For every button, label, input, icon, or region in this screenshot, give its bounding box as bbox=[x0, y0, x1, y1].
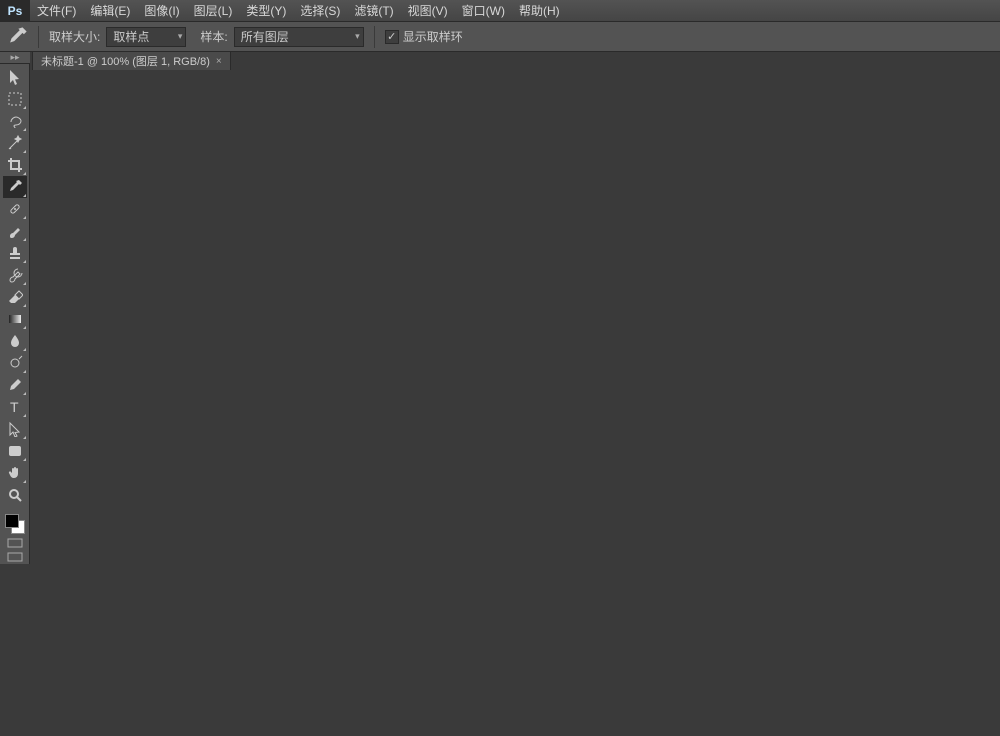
tools-panel: T bbox=[0, 64, 30, 564]
menu-bar: Ps 文件(F)编辑(E)图像(I)图层(L)类型(Y)选择(S)滤镜(T)视图… bbox=[0, 0, 1000, 22]
tool-pen[interactable] bbox=[3, 374, 27, 396]
sample-label: 样本: bbox=[200, 28, 227, 45]
menu-5[interactable]: 选择(S) bbox=[293, 0, 347, 22]
tool-shape[interactable] bbox=[3, 440, 27, 462]
separator bbox=[374, 26, 375, 48]
sample-size-dropdown[interactable]: 取样点 ▾ bbox=[106, 27, 186, 47]
sample-value: 所有图层 bbox=[241, 28, 289, 45]
tool-quick-select[interactable] bbox=[3, 132, 27, 154]
menu-0[interactable]: 文件(F) bbox=[30, 0, 83, 22]
menu-2[interactable]: 图像(I) bbox=[137, 0, 186, 22]
menu-6[interactable]: 滤镜(T) bbox=[347, 0, 400, 22]
tool-brush[interactable] bbox=[3, 220, 27, 242]
menu-4[interactable]: 类型(Y) bbox=[239, 0, 293, 22]
tool-hand[interactable] bbox=[3, 462, 27, 484]
tool-history-brush[interactable] bbox=[3, 264, 27, 286]
color-swatch[interactable] bbox=[3, 512, 27, 536]
tool-gradient[interactable] bbox=[3, 308, 27, 330]
show-ring-checkbox[interactable]: ✓ 显示取样环 bbox=[385, 28, 463, 45]
tool-eyedropper[interactable] bbox=[3, 176, 27, 198]
menu-9[interactable]: 帮助(H) bbox=[512, 0, 567, 22]
separator bbox=[38, 26, 39, 48]
menu-7[interactable]: 视图(V) bbox=[401, 0, 455, 22]
chevron-down-icon: ▾ bbox=[178, 31, 183, 42]
ps-logo: Ps bbox=[0, 0, 30, 22]
check-icon: ✓ bbox=[385, 30, 399, 44]
sample-dropdown[interactable]: 所有图层 ▾ bbox=[234, 27, 364, 47]
document-tab-title: 未标题-1 @ 100% (图层 1, RGB/8) bbox=[41, 53, 210, 69]
close-icon[interactable]: × bbox=[216, 56, 222, 67]
chevron-down-icon: ▾ bbox=[355, 31, 360, 42]
document-tab[interactable]: 未标题-1 @ 100% (图层 1, RGB/8) × bbox=[32, 51, 231, 70]
tool-eraser[interactable] bbox=[3, 286, 27, 308]
tool-zoom[interactable] bbox=[3, 484, 27, 506]
tool-blur[interactable] bbox=[3, 330, 27, 352]
tool-healing[interactable] bbox=[3, 198, 27, 220]
tools-expand-toggle[interactable]: ▸▸ bbox=[0, 52, 30, 64]
quick-mask[interactable] bbox=[3, 536, 27, 550]
document-tab-bar: 未标题-1 @ 100% (图层 1, RGB/8) × bbox=[0, 52, 1000, 70]
tool-type[interactable]: T bbox=[3, 396, 27, 418]
eyedropper-icon bbox=[6, 26, 28, 48]
tool-path-select[interactable] bbox=[3, 418, 27, 440]
tool-clone[interactable] bbox=[3, 242, 27, 264]
menu-1[interactable]: 编辑(E) bbox=[83, 0, 137, 22]
tool-lasso[interactable] bbox=[3, 110, 27, 132]
menu-3[interactable]: 图层(L) bbox=[187, 0, 240, 22]
sample-size-label: 取样大小: bbox=[49, 28, 100, 45]
tool-move[interactable] bbox=[3, 66, 27, 88]
tool-dodge[interactable] bbox=[3, 352, 27, 374]
screen-mode[interactable] bbox=[3, 550, 27, 564]
options-bar: 取样大小: 取样点 ▾ 样本: 所有图层 ▾ ✓ 显示取样环 bbox=[0, 22, 1000, 52]
tool-crop[interactable] bbox=[3, 154, 27, 176]
tool-marquee[interactable] bbox=[3, 88, 27, 110]
svg-text:T: T bbox=[10, 399, 19, 415]
sample-size-value: 取样点 bbox=[113, 28, 149, 45]
menu-8[interactable]: 窗口(W) bbox=[455, 0, 512, 22]
show-ring-label: 显示取样环 bbox=[403, 28, 463, 45]
